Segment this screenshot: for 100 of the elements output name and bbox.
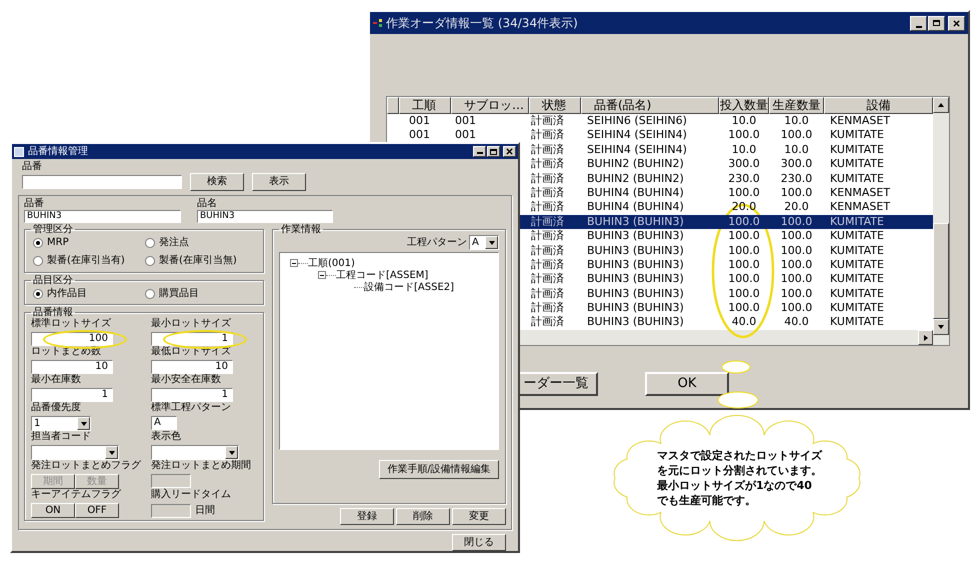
table-cell-text: KENMASET: [829, 186, 892, 200]
tree-item[interactable]: 工程コード[ASSEM]: [336, 268, 428, 282]
table-cell-text: 100.0: [727, 272, 761, 287]
column-header[interactable]: 品番(品名): [581, 97, 719, 114]
table-cell-text: BUHIN2 (BUHIN2): [586, 157, 685, 172]
table-cell-text: 計画済: [530, 186, 565, 200]
table-row[interactable]: 001 001 計画済 SEIHIN6 (SEIHIN6) 10.0 10.0 KENMASET: [387, 114, 933, 128]
button[interactable]: OFF: [75, 503, 119, 518]
tree-item[interactable]: 設備コード[ASSE2]: [364, 280, 454, 294]
table-cell-text: SEIHIN4 (SEIHIN4): [586, 128, 688, 143]
column-header[interactable]: [387, 97, 399, 114]
table-cell-text: 計画済: [530, 114, 565, 128]
table-cell-text: 100.0: [727, 301, 761, 316]
table-cell-text: BUHIN3 (BUHIN3): [586, 229, 685, 244]
table-cell-text: 20.0: [783, 200, 810, 215]
table-cell-text: KUMITATE: [829, 244, 885, 258]
table-cell-text: 計画済: [530, 258, 565, 272]
table-cell-text: KUMITATE: [829, 272, 885, 287]
table-cell-text: 100.0: [780, 258, 814, 272]
scroll-thumb[interactable]: [933, 223, 949, 319]
maximize-icon[interactable]: [928, 16, 945, 30]
scroll-down-icon[interactable]: [933, 319, 949, 335]
minimize-icon[interactable]: [910, 16, 927, 30]
button[interactable]: 閉じる: [452, 534, 506, 551]
field-label: 工程パターン: [407, 236, 467, 250]
button[interactable]: 表示: [252, 173, 306, 191]
radio-button[interactable]: [145, 238, 155, 248]
table-cell-text: 10.0: [783, 114, 810, 128]
table-cell-text: 100.0: [727, 258, 761, 272]
dropdown-field[interactable]: A: [469, 235, 499, 250]
table-cell-text: 10.0: [730, 142, 758, 158]
field-label: 最小在庫数: [31, 374, 82, 386]
radio-button[interactable]: [33, 256, 43, 266]
number-field[interactable]: 100: [31, 332, 113, 346]
number-field[interactable]: 10: [31, 360, 113, 374]
radio-label: 内作品目: [47, 286, 87, 301]
number-field[interactable]: 1: [31, 388, 113, 402]
minimize-icon[interactable]: [473, 146, 486, 157]
radio-label: 購買品目: [159, 286, 199, 301]
collapse-icon[interactable]: [290, 259, 298, 267]
radio-button[interactable]: [145, 288, 155, 298]
table-cell-text: KUMITATE: [829, 286, 885, 302]
table-cell-text: BUHIN4 (BUHIN4): [586, 200, 685, 215]
vertical-scrollbar[interactable]: [933, 97, 949, 345]
collapse-icon[interactable]: [318, 271, 326, 279]
table-cell-text: 001: [408, 114, 431, 128]
input-field[interactable]: BUHIN3: [24, 210, 181, 223]
radio-button[interactable]: [33, 288, 43, 298]
table-cell-text: SEIHIN4 (SEIHIN4): [586, 142, 688, 158]
table-cell-text: BUHIN3 (BUHIN3): [586, 258, 685, 272]
button[interactable]: 変更: [452, 508, 506, 525]
radio-button[interactable]: [33, 238, 43, 248]
column-header[interactable]: 工順: [399, 97, 451, 114]
dropdown-field[interactable]: 1: [31, 416, 91, 431]
table-cell-text: 100.0: [780, 301, 814, 316]
input-field[interactable]: BUHIN3: [197, 210, 333, 223]
number-field[interactable]: 1: [151, 332, 233, 346]
dropdown-field[interactable]: [151, 445, 239, 460]
group-label: 品番情報: [33, 307, 74, 318]
column-header[interactable]: 投入数量: [719, 97, 769, 114]
button[interactable]: 削除: [396, 508, 450, 525]
table-cell-text: 100.0: [780, 244, 814, 258]
table-cell-text: 100.0: [780, 214, 814, 230]
search-field[interactable]: [22, 175, 182, 189]
table-cell-text: 40.0: [730, 315, 758, 330]
group-label: 管理区分: [32, 224, 74, 235]
table-cell-text: SEIHIN6 (SEIHIN6): [586, 114, 688, 128]
button[interactable]: 検索: [190, 173, 244, 191]
table-cell-text: 100.0: [727, 286, 761, 302]
table-cell-text: 100.0: [780, 186, 814, 200]
button[interactable]: 登録: [340, 508, 394, 525]
column-header[interactable]: サブロッ…: [451, 97, 529, 114]
scroll-up-icon[interactable]: [933, 97, 949, 113]
button[interactable]: OK: [645, 372, 729, 396]
scroll-right-icon[interactable]: [918, 330, 933, 345]
radio-button[interactable]: [145, 256, 155, 266]
column-header[interactable]: 生産数量: [769, 97, 824, 114]
table-cell-text: 001: [408, 128, 431, 143]
table-cell-text: 計画済: [530, 286, 565, 302]
close-icon[interactable]: [503, 146, 516, 157]
number-field[interactable]: 1: [151, 388, 233, 402]
table-cell-text: BUHIN3 (BUHIN3): [586, 272, 685, 287]
field-label: 発注ロットまとめ期間: [151, 460, 252, 472]
column-header[interactable]: 状態: [529, 97, 581, 114]
field-label: 品番: [24, 198, 45, 209]
tree-item[interactable]: 工順(001): [308, 256, 355, 270]
table-cell-text: BUHIN4 (BUHIN4): [586, 186, 685, 200]
input-field[interactable]: A: [151, 416, 177, 430]
number-field[interactable]: 10: [151, 360, 233, 374]
table-cell-text: 計画済: [530, 128, 565, 143]
column-header[interactable]: 設備: [824, 97, 933, 114]
maximize-icon[interactable]: [487, 146, 500, 157]
table-cell-text: KUMITATE: [829, 172, 885, 186]
table-cell-text: KUMITATE: [829, 128, 885, 143]
close-icon[interactable]: [948, 16, 965, 30]
button[interactable]: 作業手順/設備情報編集: [379, 460, 499, 479]
dropdown-field[interactable]: [31, 445, 119, 460]
table-cell-text: BUHIN3 (BUHIN3): [586, 301, 685, 316]
button[interactable]: ON: [31, 503, 75, 518]
table-row[interactable]: 001 001 計画済 SEIHIN4 (SEIHIN4) 100.0 100.0 KUMITATE: [387, 128, 933, 143]
